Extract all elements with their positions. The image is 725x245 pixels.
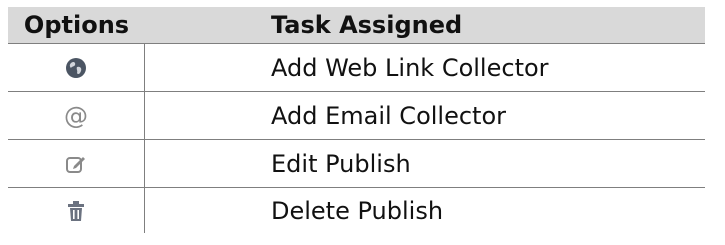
column-header-options: Options (23, 11, 130, 39)
table-row: Edit Publish (8, 140, 705, 188)
trash-icon[interactable] (65, 200, 87, 222)
globe-icon[interactable] (65, 57, 87, 79)
table-header-row: Options Task Assigned (8, 7, 705, 44)
task-label: Add Email Collector (271, 101, 507, 130)
task-label: Add Web Link Collector (271, 53, 549, 82)
edit-icon[interactable] (65, 153, 87, 175)
task-label: Edit Publish (271, 149, 411, 178)
at-sign-icon[interactable]: @ (64, 104, 88, 128)
options-cell: @ (8, 92, 145, 139)
table-row: Delete Publish (8, 188, 705, 233)
options-cell (8, 188, 145, 233)
task-options-table: Options Task Assigned Add Web Link Colle… (8, 7, 705, 233)
column-header-task-assigned: Task Assigned (271, 11, 463, 39)
options-cell (8, 140, 145, 187)
table-row: @ Add Email Collector (8, 92, 705, 140)
table-row: Add Web Link Collector (8, 44, 705, 92)
options-cell (8, 44, 145, 91)
task-label: Delete Publish (271, 196, 444, 225)
